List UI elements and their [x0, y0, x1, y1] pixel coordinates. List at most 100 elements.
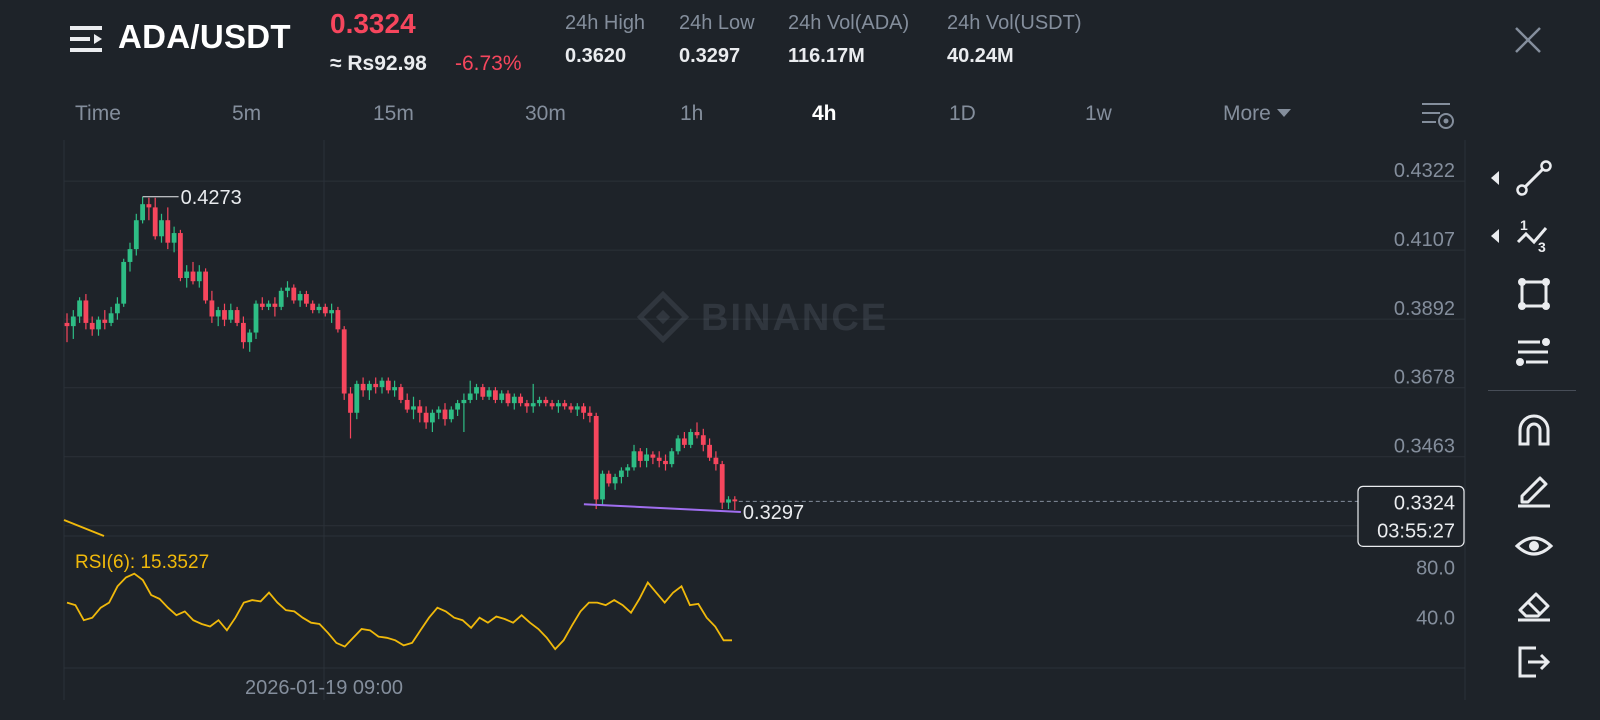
candle-body: [499, 393, 505, 400]
candle: [505, 390, 511, 407]
candle-body: [285, 287, 290, 291]
candle: [165, 207, 171, 250]
chart-grid: [63, 140, 1466, 700]
candle-body: [348, 393, 353, 413]
candle: [272, 297, 278, 317]
candle: [316, 303, 322, 314]
candle: [335, 306, 341, 333]
candle-body: [398, 387, 404, 400]
candle: [354, 380, 360, 420]
candle-body: [203, 271, 208, 301]
candle-body: [625, 467, 631, 471]
eraser-icon[interactable]: [1514, 584, 1554, 624]
pencil-icon[interactable]: [1514, 468, 1554, 508]
candle-body: [89, 322, 95, 330]
rsi-tick-label: 40.0: [1416, 608, 1455, 630]
candle-body: [600, 473, 605, 500]
candle-body: [360, 383, 366, 391]
rectangle-icon[interactable]: [1514, 274, 1554, 314]
candle: [448, 406, 454, 423]
candle-body: [133, 220, 139, 250]
candle-body: [304, 294, 309, 304]
candle: [675, 435, 681, 455]
expand-arrow-icon[interactable]: [1491, 229, 1499, 243]
rsi-line: [66, 572, 732, 651]
candle-body: [637, 451, 643, 461]
candle-body: [688, 432, 694, 445]
magnet-icon[interactable]: [1514, 410, 1554, 450]
candle: [127, 242, 133, 272]
candle: [524, 399, 530, 413]
candle-body: [436, 409, 442, 413]
rsi-panel: RSI(6): 15.3527 80.0 40.0 2026-01-19 09:00: [66, 552, 1455, 699]
candle: [562, 399, 568, 410]
candle-body: [102, 319, 108, 323]
trend-line-icon[interactable]: [1514, 158, 1554, 198]
current-price-label: 0.3324: [1394, 492, 1455, 514]
candle-body: [461, 399, 467, 404]
candle-body: [385, 380, 391, 391]
expand-arrow-icon[interactable]: [1491, 171, 1499, 185]
candle-body: [310, 303, 316, 311]
candle-body: [152, 207, 158, 237]
candle-body: [480, 387, 486, 397]
candle-body: [675, 438, 681, 452]
candle-body: [165, 220, 171, 243]
candle: [480, 383, 486, 400]
moving-average-line: [63, 519, 105, 537]
indicator-settings-icon[interactable]: [1514, 332, 1554, 372]
price-tick-label: 0.3463: [1394, 436, 1455, 458]
candle-body: [663, 460, 668, 465]
candle: [493, 387, 498, 404]
candle: [669, 448, 675, 468]
candle-body: [392, 387, 397, 391]
svg-text:3: 3: [1538, 239, 1546, 255]
candle: [304, 290, 309, 307]
candle: [436, 406, 442, 420]
candle: [455, 399, 460, 416]
high-marker-label: 0.4273: [181, 187, 242, 209]
candle: [253, 300, 259, 339]
candle: [430, 409, 435, 433]
candle: [348, 387, 353, 439]
candle: [600, 470, 605, 506]
candle-body: [96, 319, 101, 330]
candle-body: [253, 303, 259, 333]
candle: [593, 412, 599, 510]
candle: [543, 396, 549, 407]
exit-icon[interactable]: [1514, 642, 1554, 682]
candle-body: [247, 332, 253, 343]
candle: [392, 380, 397, 397]
price-chart[interactable]: BINANCE 0.43220.41070.38920.36780.3463 0.…: [0, 0, 1600, 720]
candle-body: [694, 432, 700, 436]
candle-body: [486, 390, 492, 397]
fibonacci-icon[interactable]: 1 3: [1514, 216, 1554, 256]
candle: [556, 399, 561, 413]
candle: [209, 290, 215, 323]
candle-body: [612, 476, 618, 484]
toolbar-divider: [1488, 390, 1576, 391]
candle: [644, 448, 649, 468]
eye-icon[interactable]: [1514, 526, 1554, 566]
candle-body: [83, 300, 89, 323]
candle: [581, 403, 586, 420]
candle-body: [518, 396, 523, 404]
candle-body: [549, 403, 555, 407]
candle: [411, 396, 416, 420]
candle-body: [474, 387, 479, 394]
candle-body: [171, 233, 177, 243]
candle-body: [467, 393, 473, 400]
candle: [108, 306, 114, 327]
candle-body: [266, 303, 271, 307]
candle: [285, 281, 290, 298]
candle: [140, 196, 145, 224]
candle: [518, 393, 523, 407]
candle: [297, 290, 303, 307]
candle-body: [442, 409, 448, 420]
candle: [486, 387, 492, 400]
candle-body: [215, 310, 221, 317]
candle-body: [543, 399, 549, 404]
candle: [64, 313, 70, 343]
svg-text:1: 1: [1520, 217, 1528, 233]
candle-body: [511, 396, 517, 404]
